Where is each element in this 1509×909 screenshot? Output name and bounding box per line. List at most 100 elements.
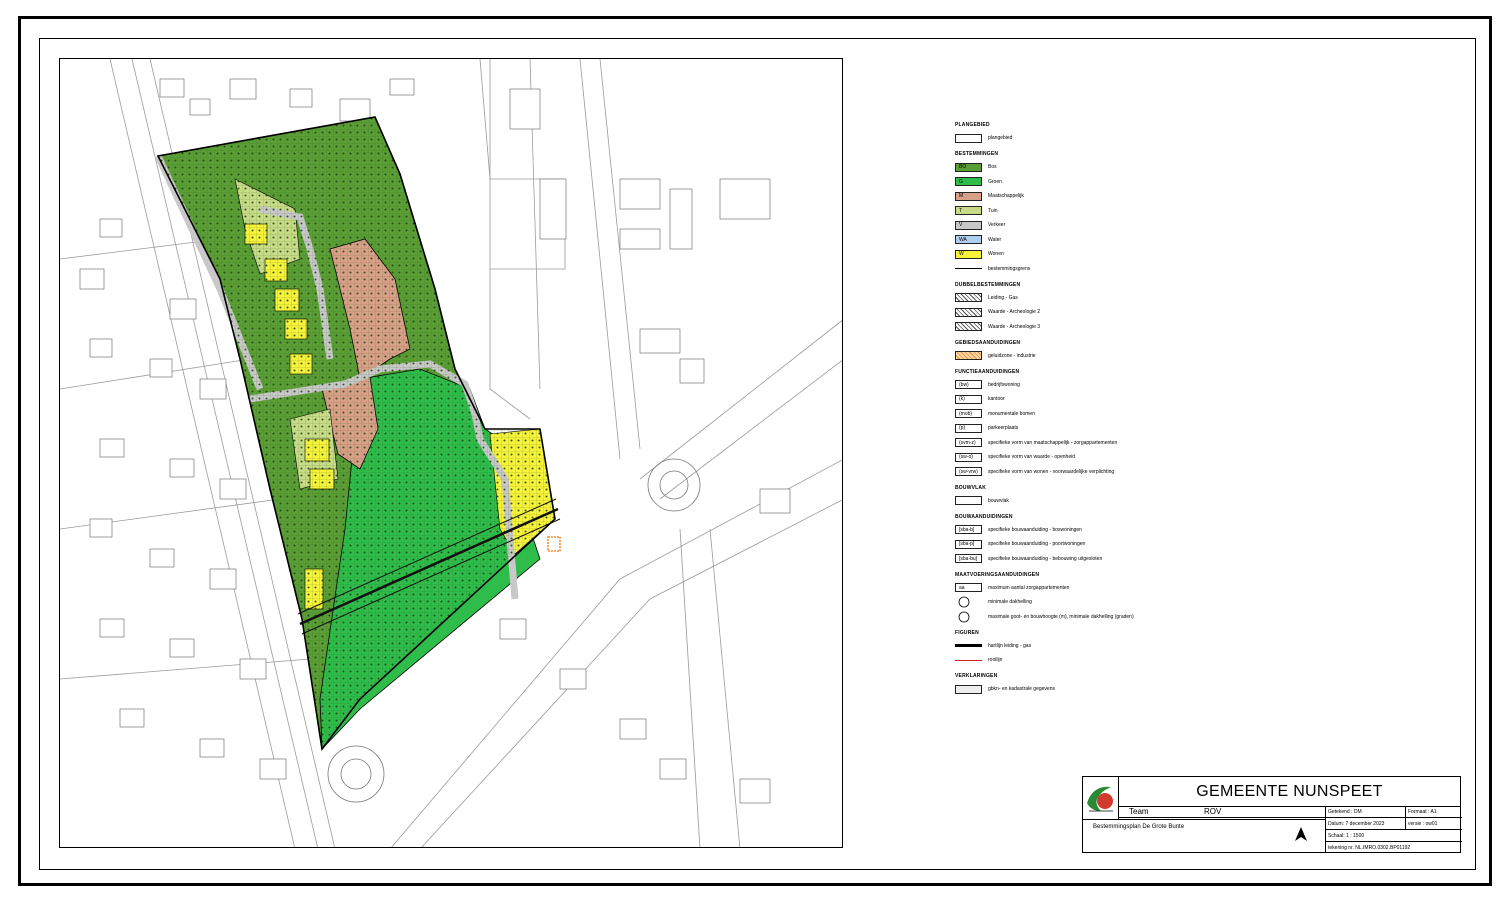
legend-code: [sba-b] [959, 526, 975, 533]
legend-item: bestemmingsgrens [955, 262, 1195, 276]
legend-item: geluidzone - industrie [955, 349, 1195, 363]
legend-item: [sba-p] specifieke bouwaanduiding - poort… [955, 537, 1195, 551]
legend-label: Verkeer [988, 222, 1006, 228]
legend-swatch [955, 684, 982, 694]
legend-swatch: (mob) [955, 409, 982, 418]
municipality-title: GEMEENTE NUNSPEET [1119, 777, 1460, 807]
legend-item: (mob) monumentale bomen [955, 407, 1195, 421]
legend-swatch: (k) [955, 394, 982, 404]
getekend-cell: Getekend : DM [1326, 806, 1406, 818]
legend-label: parkeerplaats [988, 425, 1019, 431]
legend-label: hartlijn leiding - gas [988, 642, 1032, 649]
dot-overlay [158, 117, 555, 749]
north-arrow-icon [1295, 827, 1307, 844]
legend-code: [sba-p] [959, 541, 975, 547]
legend-item: (sw-vrw) specifieke vorm van wonen - voor… [955, 465, 1195, 479]
legend-section-heading: GEBIEDSAANDUIDINGEN [955, 339, 1021, 346]
versie-cell: versie : ow01 [1406, 818, 1462, 830]
legend-label: bouwvlak [988, 497, 1009, 504]
legend-label: maximum aantal zorgappartementen [988, 584, 1070, 591]
legend-swatch: WA [955, 235, 982, 244]
geluidzone-marker [547, 536, 561, 552]
legend-swatch: (sw-vrw) [955, 467, 982, 476]
legend-code: (sw-vrw) [959, 468, 978, 475]
team-label: Team [1129, 807, 1149, 816]
legend-label: specifieke vorm van wonen - voorwaardeli… [988, 468, 1115, 475]
legend-label: specifieke vorm van waarde - openheid [988, 454, 1075, 460]
legend-item: M Maatschappelijk [955, 189, 1195, 203]
legend-swatch [955, 496, 982, 505]
legend-label: Bos [988, 164, 997, 170]
map-canvas [60, 59, 842, 847]
legend-code: W [959, 251, 964, 257]
legend-code: (svm-z) [959, 439, 976, 446]
legend-label: gbkn- en kadastrale gegevens [988, 686, 1055, 692]
legend-section-heading: MAATVOERINGSAANDUIDINGEN [955, 571, 1040, 578]
legend-swatch: [sba-b] [955, 525, 982, 534]
legend-label: maximale goot- en bouwhoogte (m), minima… [988, 613, 1134, 620]
legend-label: geluidzone - industrie [988, 352, 1036, 359]
legend-label: specifieke bouwaanduiding - boswoningen [988, 526, 1082, 533]
team-value: ROV [1204, 807, 1222, 816]
legend-code: BO [959, 164, 967, 170]
legend-item: Waarde - Archeologie 3 [955, 320, 1195, 334]
legend-panel: PLANGEBIED plangebied BESTEMMINGEN BO Bos G Gr… [955, 116, 1195, 697]
legend-label: plangebied [988, 135, 1013, 141]
plan-name: Bestemmingsplan De Grote Bunte [1093, 824, 1185, 830]
legend-item: (p) parkeerplaats [955, 421, 1195, 435]
legend-swatch [955, 268, 982, 269]
tekening-cell: tekening nr. NL.IMRO.0302.BP01192 [1328, 845, 1411, 851]
legend-item: minimale dakhelling [955, 595, 1195, 609]
legend-code: V [959, 222, 963, 228]
legend-section-heading: BESTEMMINGEN [955, 151, 999, 157]
legend-item: (sw-o) specifieke vorm van waarde - openh… [955, 450, 1195, 464]
legend-section-heading: BOUWVLAK [955, 484, 987, 491]
legend-label: specifieke bouwaanduiding - bebouwing ui… [988, 555, 1103, 562]
legend-item: [sba-bu] specifieke bouwaanduiding - bebo… [955, 552, 1195, 566]
legend-item: G Groen [955, 175, 1195, 189]
legend-swatch: (sw-o) [955, 452, 982, 462]
legend-label: specifieke vorm van maatschappelijk - zo… [988, 439, 1118, 446]
legend-section-heading: BOUWAANDUIDINGEN [955, 513, 1013, 520]
legend-swatch: BO [955, 162, 982, 172]
legend-item: maximale goot- en bouwhoogte (m), minima… [955, 610, 1195, 624]
map-viewport[interactable] [59, 58, 843, 848]
legend-section-heading: FUNCTIEAANDUIDINGEN [955, 368, 1020, 375]
legend-code: G [959, 178, 963, 185]
legend-swatch: (bw) [955, 380, 982, 389]
legend-swatch: T [955, 206, 982, 215]
legend-item: W Wonen [955, 247, 1195, 261]
legend-item: (k) kantoor [955, 392, 1195, 406]
legend-label: rooilijn [988, 657, 1003, 663]
legend-section-heading: FIGUREN [955, 629, 979, 636]
legend-swatch: V [955, 220, 982, 230]
legend-section-heading: VERKLARINGEN [955, 673, 998, 679]
legend-swatch [955, 293, 982, 302]
legend-item: Leiding - Gas [955, 291, 1195, 305]
legend-item: [sba-b] specifieke bouwaanduiding - boswo… [955, 523, 1195, 537]
drawing-info: Getekend : DM Formaat : A1 Datum: 7 dece… [1325, 806, 1462, 852]
legend-item: plangebied [955, 131, 1195, 145]
legend-item: T Tuin [955, 204, 1195, 218]
legend-swatch [955, 322, 982, 331]
legend-swatch: W [955, 249, 982, 259]
legend-label: Waarde - Archeologie 2 [988, 309, 1041, 315]
legend-label: Water [988, 236, 1002, 243]
legend-label: Tuin [988, 207, 998, 214]
legend-code: (p) [959, 425, 966, 431]
legend-code: WA [959, 236, 967, 243]
legend-swatch [955, 133, 982, 143]
legend-label: Leiding - Gas [988, 294, 1018, 301]
legend-code: (sw-o) [959, 454, 973, 460]
legend-section-heading: DUBBELBESTEMMINGEN [955, 281, 1021, 288]
legend-swatch [955, 611, 982, 622]
legend-label: Wonen [988, 251, 1004, 257]
legend-code: T [959, 207, 963, 214]
legend-code: (k) [959, 396, 965, 402]
legend-swatch [955, 644, 982, 647]
formaat-cell: Formaat : A1 [1406, 806, 1462, 818]
legend-swatch [955, 351, 982, 360]
legend-item: gbkn- en kadastrale gegevens [955, 682, 1195, 696]
legend-code: M [959, 193, 964, 199]
legend-label: Waarde - Archeologie 3 [988, 323, 1041, 330]
